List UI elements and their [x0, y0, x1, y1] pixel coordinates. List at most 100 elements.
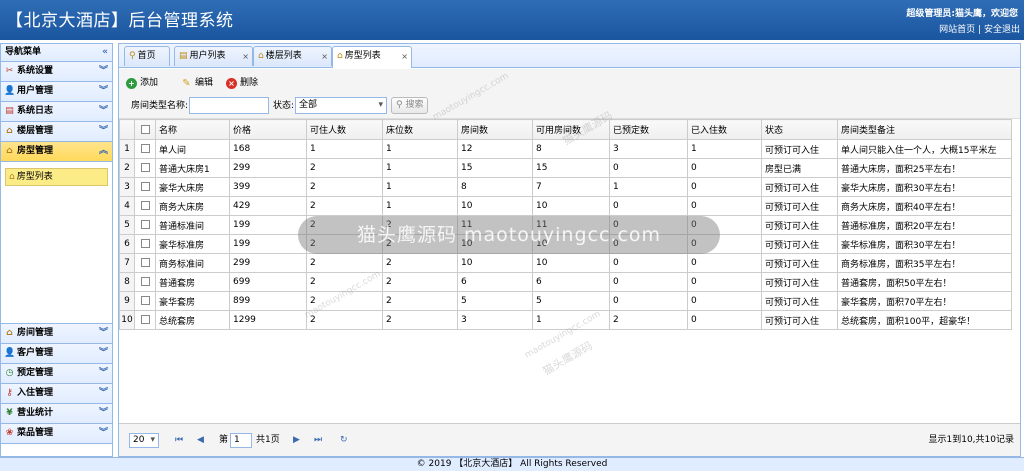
sidebar-item[interactable]: ⌂ 楼层管理 ︾ [1, 122, 112, 142]
delete-button[interactable]: × 删除 [226, 76, 258, 90]
table-row[interactable]: 2 普通大床房1 299 2 1 15 15 0 0 房型已满 普通大床房，面积25平左右！ [119, 158, 1012, 178]
sidebar-item[interactable]: ⌂ 房间管理 ︾ [1, 324, 112, 344]
table-cell: 2 [306, 177, 383, 197]
row-checkbox-cell [134, 253, 156, 273]
column-header[interactable]: 已预定数 [609, 119, 688, 140]
page-total-label: 共1页 [256, 435, 280, 445]
table-row[interactable]: 3 豪华大床房 399 2 1 8 7 1 0 可预订可入住 豪华大床房，面积30平左右！ [119, 177, 1012, 197]
delete-icon: × [226, 78, 237, 89]
table-row[interactable]: 10 总统套房 1299 2 2 3 1 2 0 可预订可入住 总统套房，面积100平，超豪华！ [119, 310, 1012, 330]
row-checkbox[interactable] [140, 163, 150, 172]
sidebar-item[interactable]: ¥ 营业统计 ︾ [1, 404, 112, 424]
tab[interactable]: ▤ 用户列表 × [174, 46, 253, 66]
sidebar-item[interactable]: 👤 客户管理 ︾ [1, 344, 112, 364]
close-icon[interactable]: × [242, 47, 249, 66]
log-icon: ▤ [5, 106, 14, 116]
row-checkbox[interactable] [140, 296, 150, 305]
close-icon[interactable]: × [401, 47, 408, 66]
column-header[interactable]: 已入住数 [687, 119, 762, 140]
edit-button[interactable]: ✎ 编辑 [181, 76, 213, 90]
refresh-icon[interactable]: ↻ [340, 433, 348, 448]
table-row[interactable]: 7 商务标准间 299 2 2 10 10 0 0 可预订可入住 商务标准房，面积35平左右！ [119, 253, 1012, 273]
row-checkbox[interactable] [140, 315, 150, 324]
table-row[interactable]: 9 豪华套房 899 2 2 5 5 0 0 可预订可入住 豪华套房，面积70平左右！ [119, 291, 1012, 311]
table-row[interactable]: 1 单人间 168 1 1 12 8 3 1 可预订可入住 单人间只能入住一个人，大概15平米左 [119, 139, 1012, 159]
table-cell: 0 [687, 196, 762, 216]
table-cell: 1 [532, 310, 610, 330]
table-cell: 2 [306, 196, 383, 216]
table-cell: 1299 [229, 310, 307, 330]
collapse-sidebar-icon[interactable]: « [102, 44, 108, 61]
table-cell: 可预订可入住 [761, 177, 838, 197]
sidebar-item[interactable]: ⚷ 入住管理 ︾ [1, 384, 112, 404]
table-cell: 5 [532, 291, 610, 311]
row-checkbox[interactable] [140, 144, 150, 153]
table-cell: 总统套房，面积100平，超豪华！ [837, 310, 1012, 330]
sidebar-item[interactable]: ⌂ 房型管理 ︽ [1, 142, 112, 162]
table-cell: 2 [609, 310, 688, 330]
key-icon: ⚷ [6, 388, 13, 398]
row-checkbox[interactable] [140, 277, 150, 286]
table-cell: 0 [609, 253, 688, 273]
sidebar-item[interactable]: ❀ 菜品管理 ︾ [1, 424, 112, 444]
sidebar-item[interactable]: ✂ 系统设置 ︾ [1, 62, 112, 82]
chevron-up-icon: ︽ [98, 146, 108, 156]
table-cell: 商务大床房 [155, 196, 230, 216]
row-checkbox-cell [134, 234, 156, 254]
table-cell: 总统套房 [155, 310, 230, 330]
sidebar-item[interactable]: ◷ 预定管理 ︾ [1, 364, 112, 384]
sidebar-item[interactable]: ▤ 系统日志 ︾ [1, 102, 112, 122]
row-checkbox[interactable] [140, 258, 150, 267]
last-page-icon[interactable]: ⏭ [314, 433, 322, 448]
table-cell: 豪华套房 [155, 291, 230, 311]
table-cell: 房型已满 [761, 158, 838, 178]
sidebar-subitem-room-type-list[interactable]: ⌂ 房型列表 [5, 168, 108, 186]
room-type-name-input[interactable] [189, 97, 269, 114]
status-select-value: 全部 [299, 100, 318, 110]
first-page-icon[interactable]: ⏮ [175, 433, 183, 448]
table-cell: 0 [609, 291, 688, 311]
tab[interactable]: ⌂ 楼层列表 × [253, 46, 332, 66]
sidebar-item-label: 房型管理 [17, 146, 54, 156]
row-checkbox[interactable] [140, 182, 150, 191]
status-select[interactable]: 全部 ▾ [295, 97, 387, 114]
add-button[interactable]: + 添加 [126, 76, 158, 90]
column-header[interactable]: 名称 [155, 119, 230, 140]
page-number-input[interactable]: 1 [230, 433, 252, 448]
column-header[interactable]: 价格 [229, 119, 307, 140]
home-icon: ⌂ [9, 172, 15, 182]
column-header[interactable]: 房间类型备注 [837, 119, 1012, 140]
row-checkbox[interactable] [140, 220, 150, 229]
table-row[interactable]: 8 普通套房 699 2 2 6 6 0 0 可预订可入住 普通套房，面积50平左右！ [119, 272, 1012, 292]
chevron-down-icon: ︾ [98, 408, 108, 418]
table-cell: 豪华大床房，面积30平左右！ [837, 177, 1012, 197]
prev-page-icon[interactable]: ◀ [197, 433, 204, 448]
logout-link[interactable]: 安全退出 [984, 25, 1020, 35]
column-header[interactable]: 状态 [761, 119, 838, 140]
table-cell: 12 [457, 139, 533, 159]
home-link[interactable]: 网站首页 [939, 25, 975, 35]
sidebar-item[interactable]: 👤 用户管理 ︾ [1, 82, 112, 102]
tab[interactable]: ⚲ 首页 [124, 46, 170, 66]
search-button[interactable]: ⚲ 搜索 [391, 97, 429, 114]
column-header[interactable]: 可住人数 [306, 119, 383, 140]
row-checkbox[interactable] [140, 239, 150, 248]
table-cell: 普通大床房，面积25平左右！ [837, 158, 1012, 178]
column-header[interactable]: 床位数 [382, 119, 458, 140]
column-header[interactable]: 可用房间数 [532, 119, 610, 140]
table-cell: 1 [687, 139, 762, 159]
page-size-select[interactable]: 20 ▾ [129, 433, 159, 448]
add-icon: + [126, 78, 137, 89]
sidebar-item-label: 预定管理 [17, 368, 54, 378]
table-cell: 2 [382, 272, 458, 292]
table-cell: 3 [457, 310, 533, 330]
tab[interactable]: ⌂ 房型列表 × [332, 46, 412, 68]
select-all-checkbox[interactable] [140, 124, 150, 134]
close-icon[interactable]: × [321, 47, 328, 66]
table-cell: 单人间只能入住一个人，大概15平米左 [837, 139, 1012, 159]
table-row[interactable]: 4 商务大床房 429 2 1 10 10 0 0 可预订可入住 商务大床房，面积40平左右！ [119, 196, 1012, 216]
row-checkbox[interactable] [140, 201, 150, 210]
column-header[interactable]: 房间数 [457, 119, 533, 140]
table-cell: 可预订可入住 [761, 234, 838, 254]
next-page-icon[interactable]: ▶ [293, 433, 300, 448]
